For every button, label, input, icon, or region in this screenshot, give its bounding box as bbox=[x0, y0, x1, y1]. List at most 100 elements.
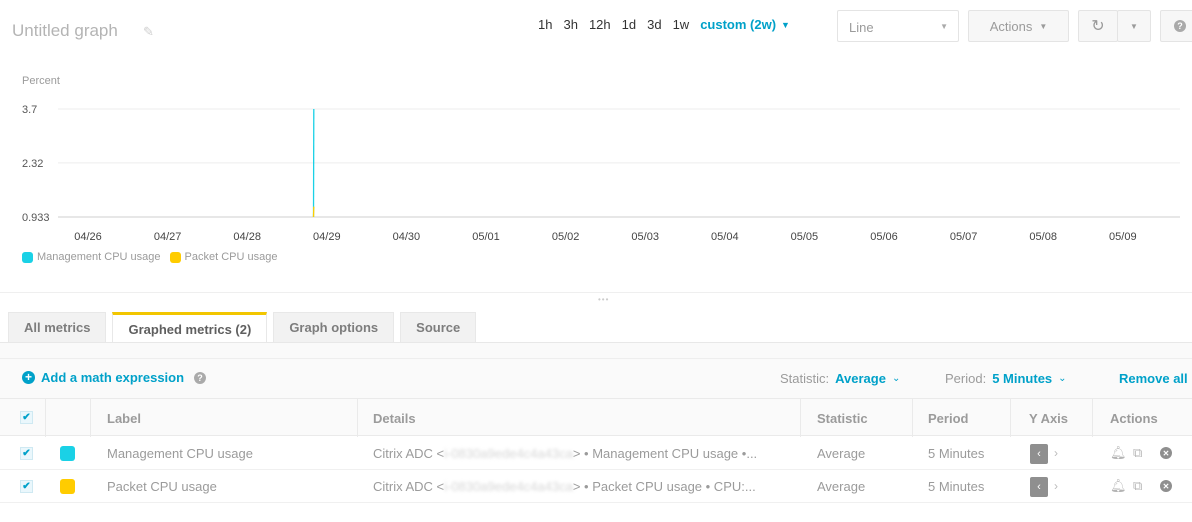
select-all-checkbox[interactable]: ✔ bbox=[20, 411, 33, 424]
x-tick-label: 05/01 bbox=[472, 231, 500, 243]
y-axis-left-button[interactable]: ‹ bbox=[1030, 444, 1048, 464]
range-12h[interactable]: 12h bbox=[589, 17, 611, 32]
legend-label: Management CPU usage bbox=[37, 251, 161, 263]
period-control[interactable]: Period: 5 Minutes ⌄ bbox=[945, 371, 1067, 386]
add-math-label: Add a math expression bbox=[41, 370, 185, 385]
legend-label: Packet CPU usage bbox=[184, 251, 278, 263]
y-tick-label: 2.32 bbox=[22, 158, 43, 170]
tab-bar: All metrics Graphed metrics (2) Graph op… bbox=[8, 312, 482, 343]
x-tick-label: 04/26 bbox=[74, 231, 102, 243]
tab-source[interactable]: Source bbox=[400, 312, 477, 342]
table-header: ✔ Label Details Statistic Period Y Axis … bbox=[0, 398, 1192, 437]
metric-period[interactable]: 5 Minutes bbox=[928, 446, 984, 461]
details-prefix: Citrix ADC < bbox=[373, 479, 445, 494]
header-details[interactable]: Details bbox=[373, 411, 416, 426]
actions-button[interactable]: Actions ▼ bbox=[968, 10, 1069, 42]
x-tick-label: 04/29 bbox=[313, 231, 341, 243]
plus-icon: + bbox=[22, 371, 35, 384]
graph-type-value: Line bbox=[849, 20, 874, 35]
graph-type-select[interactable]: Line ▼ bbox=[837, 10, 959, 42]
tab-graphed-metrics[interactable]: Graphed metrics (2) bbox=[112, 312, 268, 343]
details-suffix: > • Management CPU usage •... bbox=[572, 446, 758, 461]
x-tick-label: 05/04 bbox=[711, 231, 739, 243]
series-color-swatch[interactable] bbox=[60, 479, 75, 494]
range-1d[interactable]: 1d bbox=[622, 17, 636, 32]
y-axis-right-button[interactable]: › bbox=[1054, 479, 1058, 493]
caret-down-icon: ▼ bbox=[1130, 21, 1138, 31]
x-tick-label: 05/07 bbox=[950, 231, 978, 243]
column-divider bbox=[357, 399, 358, 437]
duplicate-icon[interactable]: ⧉ bbox=[1133, 445, 1142, 461]
header-y-axis[interactable]: Y Axis bbox=[1029, 411, 1068, 426]
metric-label[interactable]: Packet CPU usage bbox=[107, 479, 217, 494]
table-row: ✔ Packet CPU usage Citrix ADC <i-0830a9e… bbox=[0, 470, 1192, 503]
header-actions[interactable]: Actions bbox=[1110, 411, 1158, 426]
tab-graph-options[interactable]: Graph options bbox=[273, 312, 395, 342]
period-value: 5 Minutes bbox=[992, 371, 1053, 386]
header-statistic[interactable]: Statistic bbox=[817, 411, 868, 426]
metric-statistic[interactable]: Average bbox=[817, 479, 865, 494]
duplicate-icon[interactable]: ⧉ bbox=[1133, 478, 1142, 494]
panel-strip bbox=[0, 343, 1192, 358]
column-divider bbox=[912, 399, 913, 437]
help-icon: ? bbox=[1174, 20, 1186, 32]
help-button[interactable]: ? bbox=[1160, 10, 1192, 42]
range-1h[interactable]: 1h bbox=[538, 17, 552, 32]
remove-icon[interactable]: ✕ bbox=[1160, 447, 1172, 459]
range-3h[interactable]: 3h bbox=[563, 17, 577, 32]
chevron-down-icon: ▼ bbox=[781, 19, 790, 30]
x-tick-label: 04/27 bbox=[154, 231, 182, 243]
legend-swatch bbox=[169, 251, 181, 263]
y-axis-right-button[interactable]: › bbox=[1054, 446, 1058, 460]
table-row: ✔ Management CPU usage Citrix ADC <i-083… bbox=[0, 437, 1192, 470]
metric-details: Citrix ADC <i-0830a9ede4c4a43ca> • Packe… bbox=[373, 479, 756, 494]
add-math-expression-button[interactable]: + Add a math expression ? bbox=[22, 370, 207, 385]
period-label: Period: bbox=[945, 371, 987, 386]
range-custom[interactable]: custom (2w) bbox=[700, 17, 776, 32]
caret-down-icon: ▼ bbox=[1039, 21, 1048, 31]
y-tick-label: 0.933 bbox=[22, 212, 50, 224]
bell-icon[interactable]: 🔔︎ bbox=[1110, 478, 1127, 494]
metric-details: Citrix ADC <i-0830a9ede4c4a43ca> • Manag… bbox=[373, 446, 757, 461]
metric-period[interactable]: 5 Minutes bbox=[928, 479, 984, 494]
legend-item[interactable]: Packet CPU usage bbox=[169, 251, 278, 263]
metric-statistic[interactable]: Average bbox=[817, 446, 865, 461]
bell-icon[interactable]: 🔔︎ bbox=[1110, 445, 1127, 461]
legend-item[interactable]: Management CPU usage bbox=[22, 251, 161, 263]
range-1w[interactable]: 1w bbox=[673, 17, 690, 32]
actions-label: Actions bbox=[989, 18, 1033, 34]
x-tick-label: 05/08 bbox=[1029, 231, 1057, 243]
refresh-options-button[interactable]: ▼ bbox=[1117, 10, 1151, 42]
statistic-control[interactable]: Statistic: Average ⌄ bbox=[780, 371, 900, 386]
row-checkbox[interactable]: ✔ bbox=[20, 480, 33, 493]
x-tick-label: 05/02 bbox=[552, 231, 580, 243]
header-label[interactable]: Label bbox=[107, 411, 141, 426]
column-divider bbox=[45, 399, 46, 437]
caret-down-icon: ▼ bbox=[940, 22, 948, 31]
statistic-label: Statistic: bbox=[780, 371, 830, 386]
x-tick-label: 05/09 bbox=[1109, 231, 1137, 243]
x-tick-label: 04/28 bbox=[233, 231, 261, 243]
y-axis-label: Percent bbox=[22, 75, 60, 87]
resize-handle[interactable]: ••• bbox=[598, 295, 609, 304]
remove-icon[interactable]: ✕ bbox=[1160, 480, 1172, 492]
tab-all-metrics[interactable]: All metrics bbox=[8, 312, 107, 342]
series-color-swatch[interactable] bbox=[60, 446, 75, 461]
column-divider bbox=[1010, 399, 1011, 437]
refresh-button[interactable]: ↻ bbox=[1078, 10, 1118, 42]
column-divider bbox=[800, 399, 801, 437]
range-3d[interactable]: 3d bbox=[647, 17, 661, 32]
pencil-icon[interactable]: ✎ bbox=[143, 24, 154, 40]
masked-instance-id: i-0830a9ede4c4a43ca bbox=[444, 446, 573, 461]
graph-title[interactable]: Untitled graph bbox=[12, 21, 118, 41]
y-axis-left-button[interactable]: ‹ bbox=[1030, 477, 1048, 497]
chevron-down-icon: ⌄ bbox=[891, 373, 901, 384]
metric-label[interactable]: Management CPU usage bbox=[107, 446, 253, 461]
x-tick-label: 05/06 bbox=[870, 231, 898, 243]
row-checkbox[interactable]: ✔ bbox=[20, 447, 33, 460]
header-period[interactable]: Period bbox=[928, 411, 968, 426]
x-tick-label: 04/30 bbox=[393, 231, 421, 243]
help-icon[interactable]: ? bbox=[194, 371, 207, 384]
time-range-selector: 1h 3h 12h 1d 3d 1w custom (2w) ▼ bbox=[538, 17, 801, 32]
remove-all-button[interactable]: Remove all bbox=[1119, 371, 1188, 386]
